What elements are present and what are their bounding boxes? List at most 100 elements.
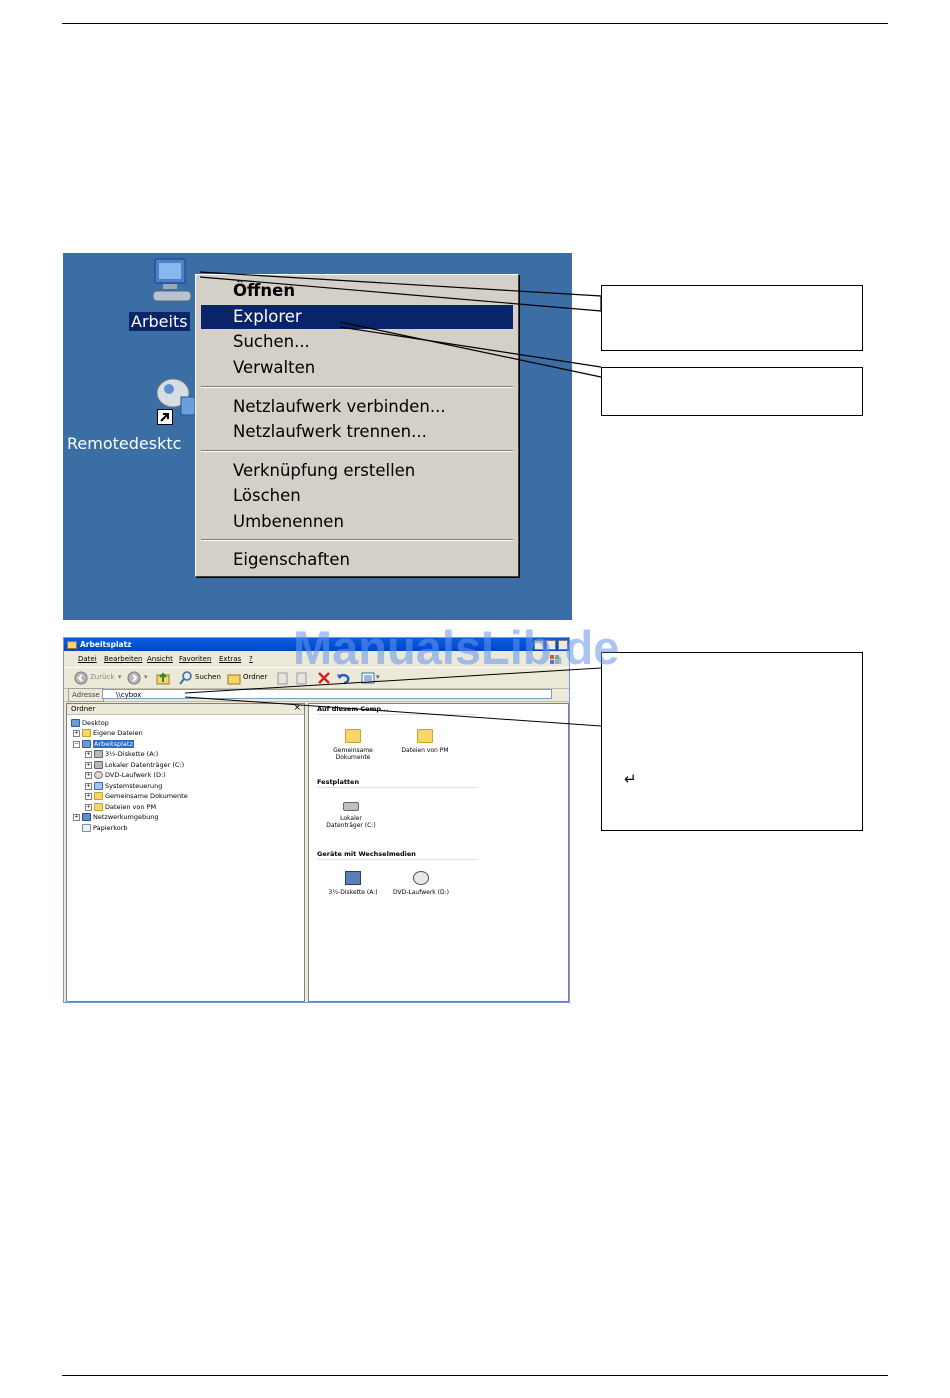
folder-tree-pane: Ordner × Desktop + Eigene Dateien − Arbe…	[66, 703, 305, 1002]
menu-item-netzlaufwerk-verbinden[interactable]: Netzlaufwerk verbinden...	[201, 395, 513, 419]
collapse-icon[interactable]: −	[73, 741, 80, 748]
forward-dropdown[interactable]: ▾	[144, 671, 148, 684]
menu-help[interactable]: ?	[249, 653, 253, 665]
tree-item-label: Gemeinsame Dokumente	[105, 792, 188, 800]
expand-icon[interactable]: +	[85, 793, 92, 800]
back-dropdown[interactable]: ▾	[118, 671, 122, 684]
folders-button-label[interactable]: Ordner	[243, 671, 267, 684]
expand-icon[interactable]: +	[85, 762, 92, 769]
address-bar: Adresse \\cybox	[64, 688, 569, 702]
tree-item-dateien-von-pm[interactable]: Dateien von PM	[94, 802, 156, 812]
tree-item-label: Lokaler Datenträger (C:)	[105, 761, 185, 769]
desktop-screenshot: Arbeits Remotedesktc Öffnen Explorer Suc…	[63, 253, 572, 620]
expand-icon[interactable]: +	[85, 772, 92, 779]
tree-item-gemeinsame-dokumente[interactable]: Gemeinsame Dokumente	[94, 791, 188, 801]
expand-icon[interactable]: +	[85, 804, 92, 811]
address-input[interactable]: \\cybox	[102, 689, 552, 699]
tree-item-label: DVD-Laufwerk (D:)	[105, 771, 166, 779]
menu-datei[interactable]: Datei	[78, 653, 97, 665]
folder-icon	[82, 729, 91, 737]
menu-item-loeschen[interactable]: Löschen	[201, 484, 513, 508]
desktop-icon-label-remotedesktop[interactable]: Remotedesktc	[67, 434, 181, 453]
drive-icon	[343, 802, 359, 811]
tree-item-dvd-laufwerk[interactable]: DVD-Laufwerk (D:)	[94, 770, 166, 780]
callout-box-address	[601, 652, 863, 831]
menu-separator	[201, 450, 513, 452]
shortcut-arrow-icon	[157, 409, 173, 425]
tree-item-lokaler-datentraeger[interactable]: Lokaler Datenträger (C:)	[94, 760, 184, 770]
folder-up-icon[interactable]	[156, 671, 170, 685]
group-divider	[317, 859, 477, 860]
tree-item-desktop[interactable]: Desktop	[71, 718, 109, 728]
content-item-lokaler-datentraeger[interactable]: Lokaler Datenträger (C:)	[321, 798, 381, 829]
desktop-icon-label-arbeitsplatz[interactable]: Arbeits	[129, 312, 190, 331]
content-item-dvd-laufwerk[interactable]: DVD-Laufwerk (D:)	[391, 871, 451, 896]
menu-item-verknuepfung-erstellen[interactable]: Verknüpfung erstellen	[201, 459, 513, 483]
content-item-label: Dateien von PM	[401, 747, 449, 754]
group-title-wechselmedien: Geräte mit Wechselmedien	[317, 850, 416, 858]
search-icon[interactable]	[179, 671, 193, 685]
menu-item-eigenschaften[interactable]: Eigenschaften	[201, 548, 513, 572]
back-button-label[interactable]: Zurück	[90, 671, 114, 684]
tree-item-eigene-dateien[interactable]: Eigene Dateien	[82, 728, 143, 738]
tree-item-diskette[interactable]: 3½-Diskette (A:)	[94, 749, 158, 759]
control-panel-icon	[94, 782, 103, 790]
computer-icon[interactable]	[151, 257, 195, 309]
content-item-label: DVD-Laufwerk (D:)	[392, 889, 449, 896]
expand-icon[interactable]: +	[73, 730, 80, 737]
move-to-icon[interactable]	[276, 671, 290, 685]
network-icon	[82, 813, 91, 821]
menu-item-verwalten[interactable]: Verwalten	[201, 356, 513, 380]
content-item-diskette[interactable]: 3½-Diskette (A:)	[323, 871, 383, 896]
expand-icon[interactable]: +	[85, 783, 92, 790]
folders-icon[interactable]	[227, 671, 241, 685]
forward-arrow-icon[interactable]	[127, 671, 141, 685]
explorer-window: Arbeitsplatz Datei Bearbeiten Ansicht Fa…	[63, 637, 570, 1003]
group-title-festplatten: Festplatten	[317, 778, 360, 786]
folder-icon	[417, 729, 433, 743]
dvd-icon	[94, 771, 103, 779]
menu-item-umbenennen[interactable]: Umbenennen	[201, 510, 513, 534]
back-arrow-icon[interactable]	[74, 671, 88, 685]
content-item-label: 3½-Diskette (A:)	[328, 889, 378, 896]
menu-item-explorer[interactable]: Explorer	[201, 305, 513, 329]
folder-icon	[94, 792, 103, 800]
callout-box-oeffnen	[601, 285, 863, 351]
group-title-on-this-computer: Auf diesem Comp...	[317, 705, 389, 713]
tree-item-label: 3½-Diskette (A:)	[105, 750, 159, 758]
tree-item-arbeitsplatz[interactable]: Arbeitsplatz	[82, 739, 134, 749]
menu-ansicht[interactable]: Ansicht	[147, 653, 173, 665]
expand-icon[interactable]: +	[85, 751, 92, 758]
menu-item-suchen[interactable]: Suchen...	[201, 330, 513, 354]
search-button-label[interactable]: Suchen	[195, 671, 221, 684]
folder-pane-title: Ordner	[71, 705, 96, 713]
content-item-dateien-von-pm[interactable]: Dateien von PM	[395, 729, 455, 754]
expand-icon[interactable]: +	[73, 814, 80, 821]
content-item-gemeinsame-dokumente[interactable]: Gemeinsame Dokumente	[323, 729, 383, 761]
address-label: Adresse	[68, 688, 104, 702]
bottom-rule	[62, 1375, 888, 1376]
menu-separator	[201, 386, 513, 388]
folder-icon	[345, 729, 361, 743]
menu-favoriten[interactable]: Favoriten	[179, 653, 211, 665]
menu-item-oeffnen[interactable]: Öffnen	[201, 279, 513, 303]
menu-item-netzlaufwerk-trennen[interactable]: Netzlaufwerk trennen...	[201, 420, 513, 444]
tree-item-label: Arbeitsplatz	[93, 740, 134, 748]
tree-item-label: Eigene Dateien	[93, 729, 143, 737]
enter-key-icon: ↵	[624, 770, 637, 788]
menu-extras[interactable]: Extras	[219, 653, 241, 665]
folder-icon	[67, 641, 77, 649]
recycle-bin-icon	[82, 824, 91, 832]
desktop-icon	[71, 719, 80, 727]
top-rule	[62, 23, 888, 24]
close-icon[interactable]: ×	[293, 703, 301, 714]
tree-item-netzwerkumgebung[interactable]: Netzwerkumgebung	[82, 812, 158, 822]
floppy-icon	[94, 750, 103, 758]
tree-item-label: Desktop	[82, 719, 109, 727]
folder-icon	[94, 803, 103, 811]
content-pane: Auf diesem Comp... Gemeinsame Dokumente …	[308, 703, 569, 1002]
drive-icon	[94, 761, 103, 769]
menu-bearbeiten[interactable]: Bearbeiten	[104, 653, 142, 665]
tree-item-papierkorb[interactable]: Papierkorb	[82, 823, 128, 833]
tree-item-systemsteuerung[interactable]: Systemsteuerung	[94, 781, 162, 791]
